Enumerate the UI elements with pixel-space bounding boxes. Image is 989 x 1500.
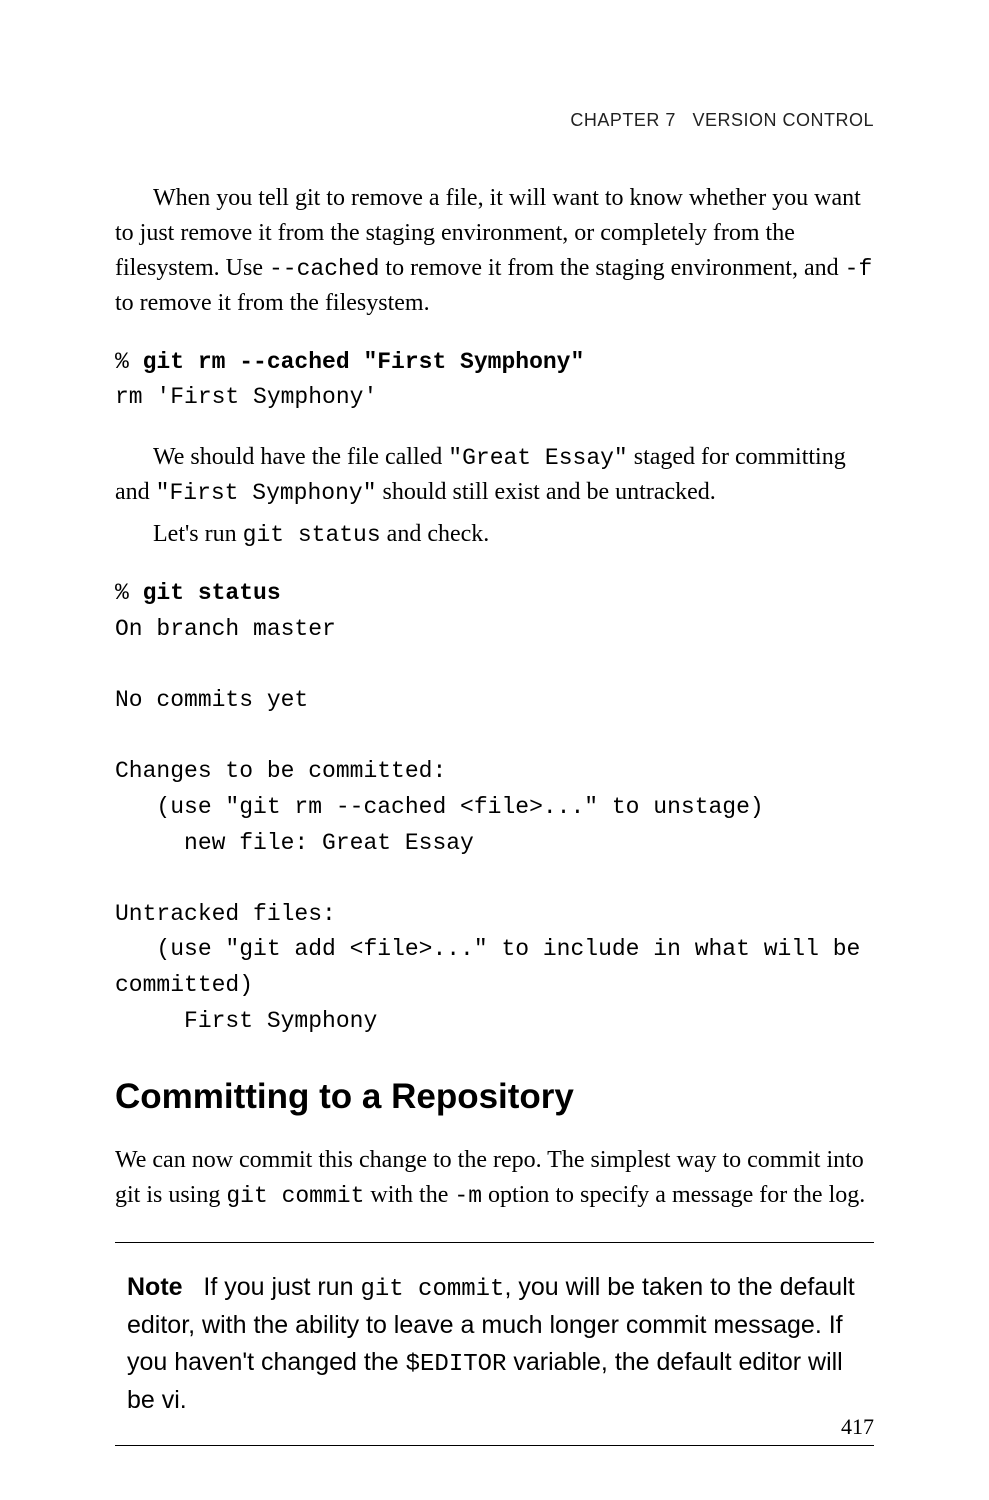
paragraph-3: Let's run git status and check.: [115, 517, 874, 552]
inline-code: git status: [243, 522, 381, 548]
chapter-label: CHAPTER 7: [570, 110, 676, 130]
output: On branch master No commits yet Changes …: [115, 616, 860, 1034]
chapter-title: VERSION CONTROL: [692, 110, 874, 130]
command: git rm --cached "First Symphony": [143, 349, 585, 375]
inline-code: -f: [845, 256, 873, 282]
inline-code: "Great Essay": [448, 445, 627, 471]
inline-code: git commit: [226, 1183, 364, 1209]
inline-code: -m: [454, 1183, 482, 1209]
inline-code: git commit: [360, 1276, 504, 1303]
inline-code: --cached: [269, 256, 379, 282]
code-block-2: % git status On branch master No commits…: [115, 576, 874, 1039]
note-label: Note: [127, 1273, 183, 1301]
page-number: 417: [841, 1414, 874, 1440]
inline-code: $EDITOR: [406, 1351, 507, 1378]
paragraph-1: When you tell git to remove a file, it w…: [115, 181, 874, 321]
paragraph-2: We should have the file called "Great Es…: [115, 440, 874, 511]
paragraph-4: We can now commit this change to the rep…: [115, 1143, 874, 1213]
inline-code: "First Symphony": [156, 480, 377, 506]
running-header: CHAPTER 7 VERSION CONTROL: [115, 110, 874, 131]
command: git status: [143, 580, 281, 606]
code-block-1: % git rm --cached "First Symphony" rm 'F…: [115, 345, 874, 416]
note-box: Note If you just run git commit, you wil…: [115, 1242, 874, 1446]
section-heading: Committing to a Repository: [115, 1077, 874, 1117]
output: rm 'First Symphony': [115, 384, 377, 410]
